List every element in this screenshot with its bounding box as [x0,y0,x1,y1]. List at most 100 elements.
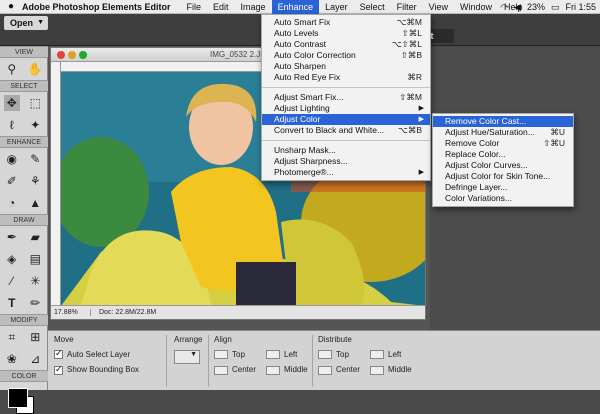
menu-item-auto-contrast[interactable]: Auto Contrast ⌥⇧⌘L [262,39,430,50]
dist-middle-label[interactable]: Middle [388,365,412,374]
eye-icon[interactable]: ◉ [4,151,20,167]
menu-enhance[interactable]: Enhance [271,0,320,14]
menu-item-adjust-lighting[interactable]: Adjust Lighting ▶ [262,103,430,114]
dist-center-label[interactable]: Center [336,365,360,374]
shortcut: ⇧⌘U [543,138,565,148]
marquee-icon[interactable]: ⬚ [27,95,43,111]
menu-item-convert-bw[interactable]: Convert to Black and White... ⌥⌘B [262,125,430,136]
menu-view[interactable]: View [423,0,454,14]
menu-item-color-variations[interactable]: Color Variations... [433,193,573,204]
blur-icon[interactable]: ◔ [4,195,20,211]
minimize-icon[interactable] [68,50,76,59]
menu-item-label: Color Variations... [445,193,512,203]
menu-item-adjust-hue-saturation[interactable]: Adjust Hue/Saturation... ⌘U [433,127,573,138]
menu-item-adjust-sharpness[interactable]: Adjust Sharpness... [262,156,430,167]
battery-percent[interactable]: 23% [527,0,545,14]
dist-top-icon[interactable] [318,350,332,360]
menu-item-label: Auto Levels [274,28,319,38]
menu-item-unsharp-mask[interactable]: Unsharp Mask... [262,145,430,156]
dist-left-label[interactable]: Left [388,350,401,359]
menu-item-remove-color[interactable]: Remove Color ⇧⌘U [433,138,573,149]
battery-icon[interactable]: ▭ [551,0,560,14]
lasso-icon[interactable]: ℓ [4,117,20,133]
pencil-icon[interactable]: ✏ [27,295,43,311]
paintbrush-icon[interactable]: ✒ [4,229,20,245]
shape-icon[interactable]: ✳ [27,273,43,289]
align-middle-icon[interactable] [266,365,280,375]
sponge-icon[interactable]: ▲ [27,195,43,211]
brush-icon[interactable]: ✐ [4,173,20,189]
menu-select[interactable]: Select [354,0,391,14]
menu-item-defringe-layer[interactable]: Defringe Layer... [433,182,573,193]
dist-left-icon[interactable] [370,350,384,360]
volume-icon[interactable]: ◀ [514,0,521,14]
menu-image[interactable]: Image [235,0,272,14]
menu-item-remove-color-cast[interactable]: Remove Color Cast... [433,116,573,127]
close-icon[interactable] [57,50,65,59]
menu-edit[interactable]: Edit [207,0,235,14]
menu-item-adjust-color[interactable]: Adjust Color ▶ [262,114,430,125]
menu-item-adjust-skin-tone[interactable]: Adjust Color for Skin Tone... [433,171,573,182]
open-button[interactable]: Open ▼ [4,16,48,30]
menu-filter[interactable]: Filter [391,0,423,14]
arrange-title: Arrange [174,335,203,344]
auto-select-checkbox[interactable] [54,348,63,360]
menu-file[interactable]: File [181,0,208,14]
align-top-icon[interactable] [214,350,228,360]
bounding-box-checkbox[interactable] [54,364,63,375]
crop-icon[interactable]: ⌗ [4,329,20,345]
align-left-label[interactable]: Left [284,350,297,359]
dist-middle-icon[interactable] [370,365,384,375]
align-center-icon[interactable] [214,365,228,375]
align-left-icon[interactable] [266,350,280,360]
color-swatches[interactable] [0,382,47,414]
align-center-label[interactable]: Center [232,365,256,374]
menu-item-adjust-color-curves[interactable]: Adjust Color Curves... [433,160,573,171]
zoom-icon[interactable]: ⚲ [4,61,20,77]
foreground-color[interactable] [8,388,28,408]
align-middle-label[interactable]: Middle [284,365,308,374]
arrange-dropdown[interactable]: ▼ [174,350,200,364]
menu-item-replace-color[interactable]: Replace Color... [433,149,573,160]
move-tool-icon[interactable]: ✥ [3,95,20,111]
menu-item-auto-levels[interactable]: Auto Levels ⇧⌘L [262,28,430,39]
cookie-cutter-icon[interactable]: ❀ [4,351,20,367]
menu-layer[interactable]: Layer [319,0,354,14]
gradient-icon[interactable]: ▤ [27,251,43,267]
apple-icon[interactable]: ● [0,1,22,12]
menu-window[interactable]: Window [454,0,498,14]
menu-item-adjust-smart-fix[interactable]: Adjust Smart Fix... ⇧⌘M [262,92,430,103]
menu-item-auto-sharpen[interactable]: Auto Sharpen [262,61,430,72]
bounding-box-label: Show Bounding Box [67,365,140,375]
dist-top-label[interactable]: Top [336,350,349,359]
shortcut: ⌥⇧⌘L [391,39,422,49]
dist-center-icon[interactable] [318,365,332,375]
stamp-icon[interactable]: ⚘ [27,173,43,189]
straighten-icon[interactable]: ⊿ [27,351,43,367]
whiten-icon[interactable]: ✎ [27,151,43,167]
align-title: Align [214,335,232,344]
zoom-level[interactable]: 17.88% [51,309,91,316]
align-top-label[interactable]: Top [232,350,245,359]
hand-icon[interactable]: ✋ [27,61,43,77]
eraser-icon[interactable]: ▰ [27,229,43,245]
menu-item-auto-color-correction[interactable]: Auto Color Correction ⇧⌘B [262,50,430,61]
arrange-options: Arrange ▼ [174,335,202,364]
menu-item-auto-red-eye-fix[interactable]: Auto Red Eye Fix ⌘R [262,72,430,83]
shortcut: ⌘R [407,72,422,82]
maximize-icon[interactable] [79,50,87,59]
clock[interactable]: Fri 1:55 [565,0,596,14]
menu-item-label: Adjust Smart Fix... [274,92,344,102]
magic-wand-icon[interactable]: ✦ [27,117,43,133]
wifi-icon[interactable]: ◠ [500,0,508,14]
app-name[interactable]: Adobe Photoshop Elements Editor [22,2,171,12]
submenu-arrow-icon: ▶ [418,105,424,112]
recompose-icon[interactable]: ⊞ [27,329,43,345]
tool-options-bar: Move Auto Select Layer Show Bounding Box… [48,330,600,390]
paint-bucket-icon[interactable]: ◈ [4,251,20,267]
menu-item-auto-smart-fix[interactable]: Auto Smart Fix ⌥⌘M [262,17,430,28]
type-icon[interactable]: T [4,295,20,311]
auto-select-label: Auto Select Layer [67,350,131,359]
eyedropper-icon[interactable]: ⁄ [4,273,20,289]
menu-item-photomerge[interactable]: Photomerge®... ▶ [262,167,430,178]
